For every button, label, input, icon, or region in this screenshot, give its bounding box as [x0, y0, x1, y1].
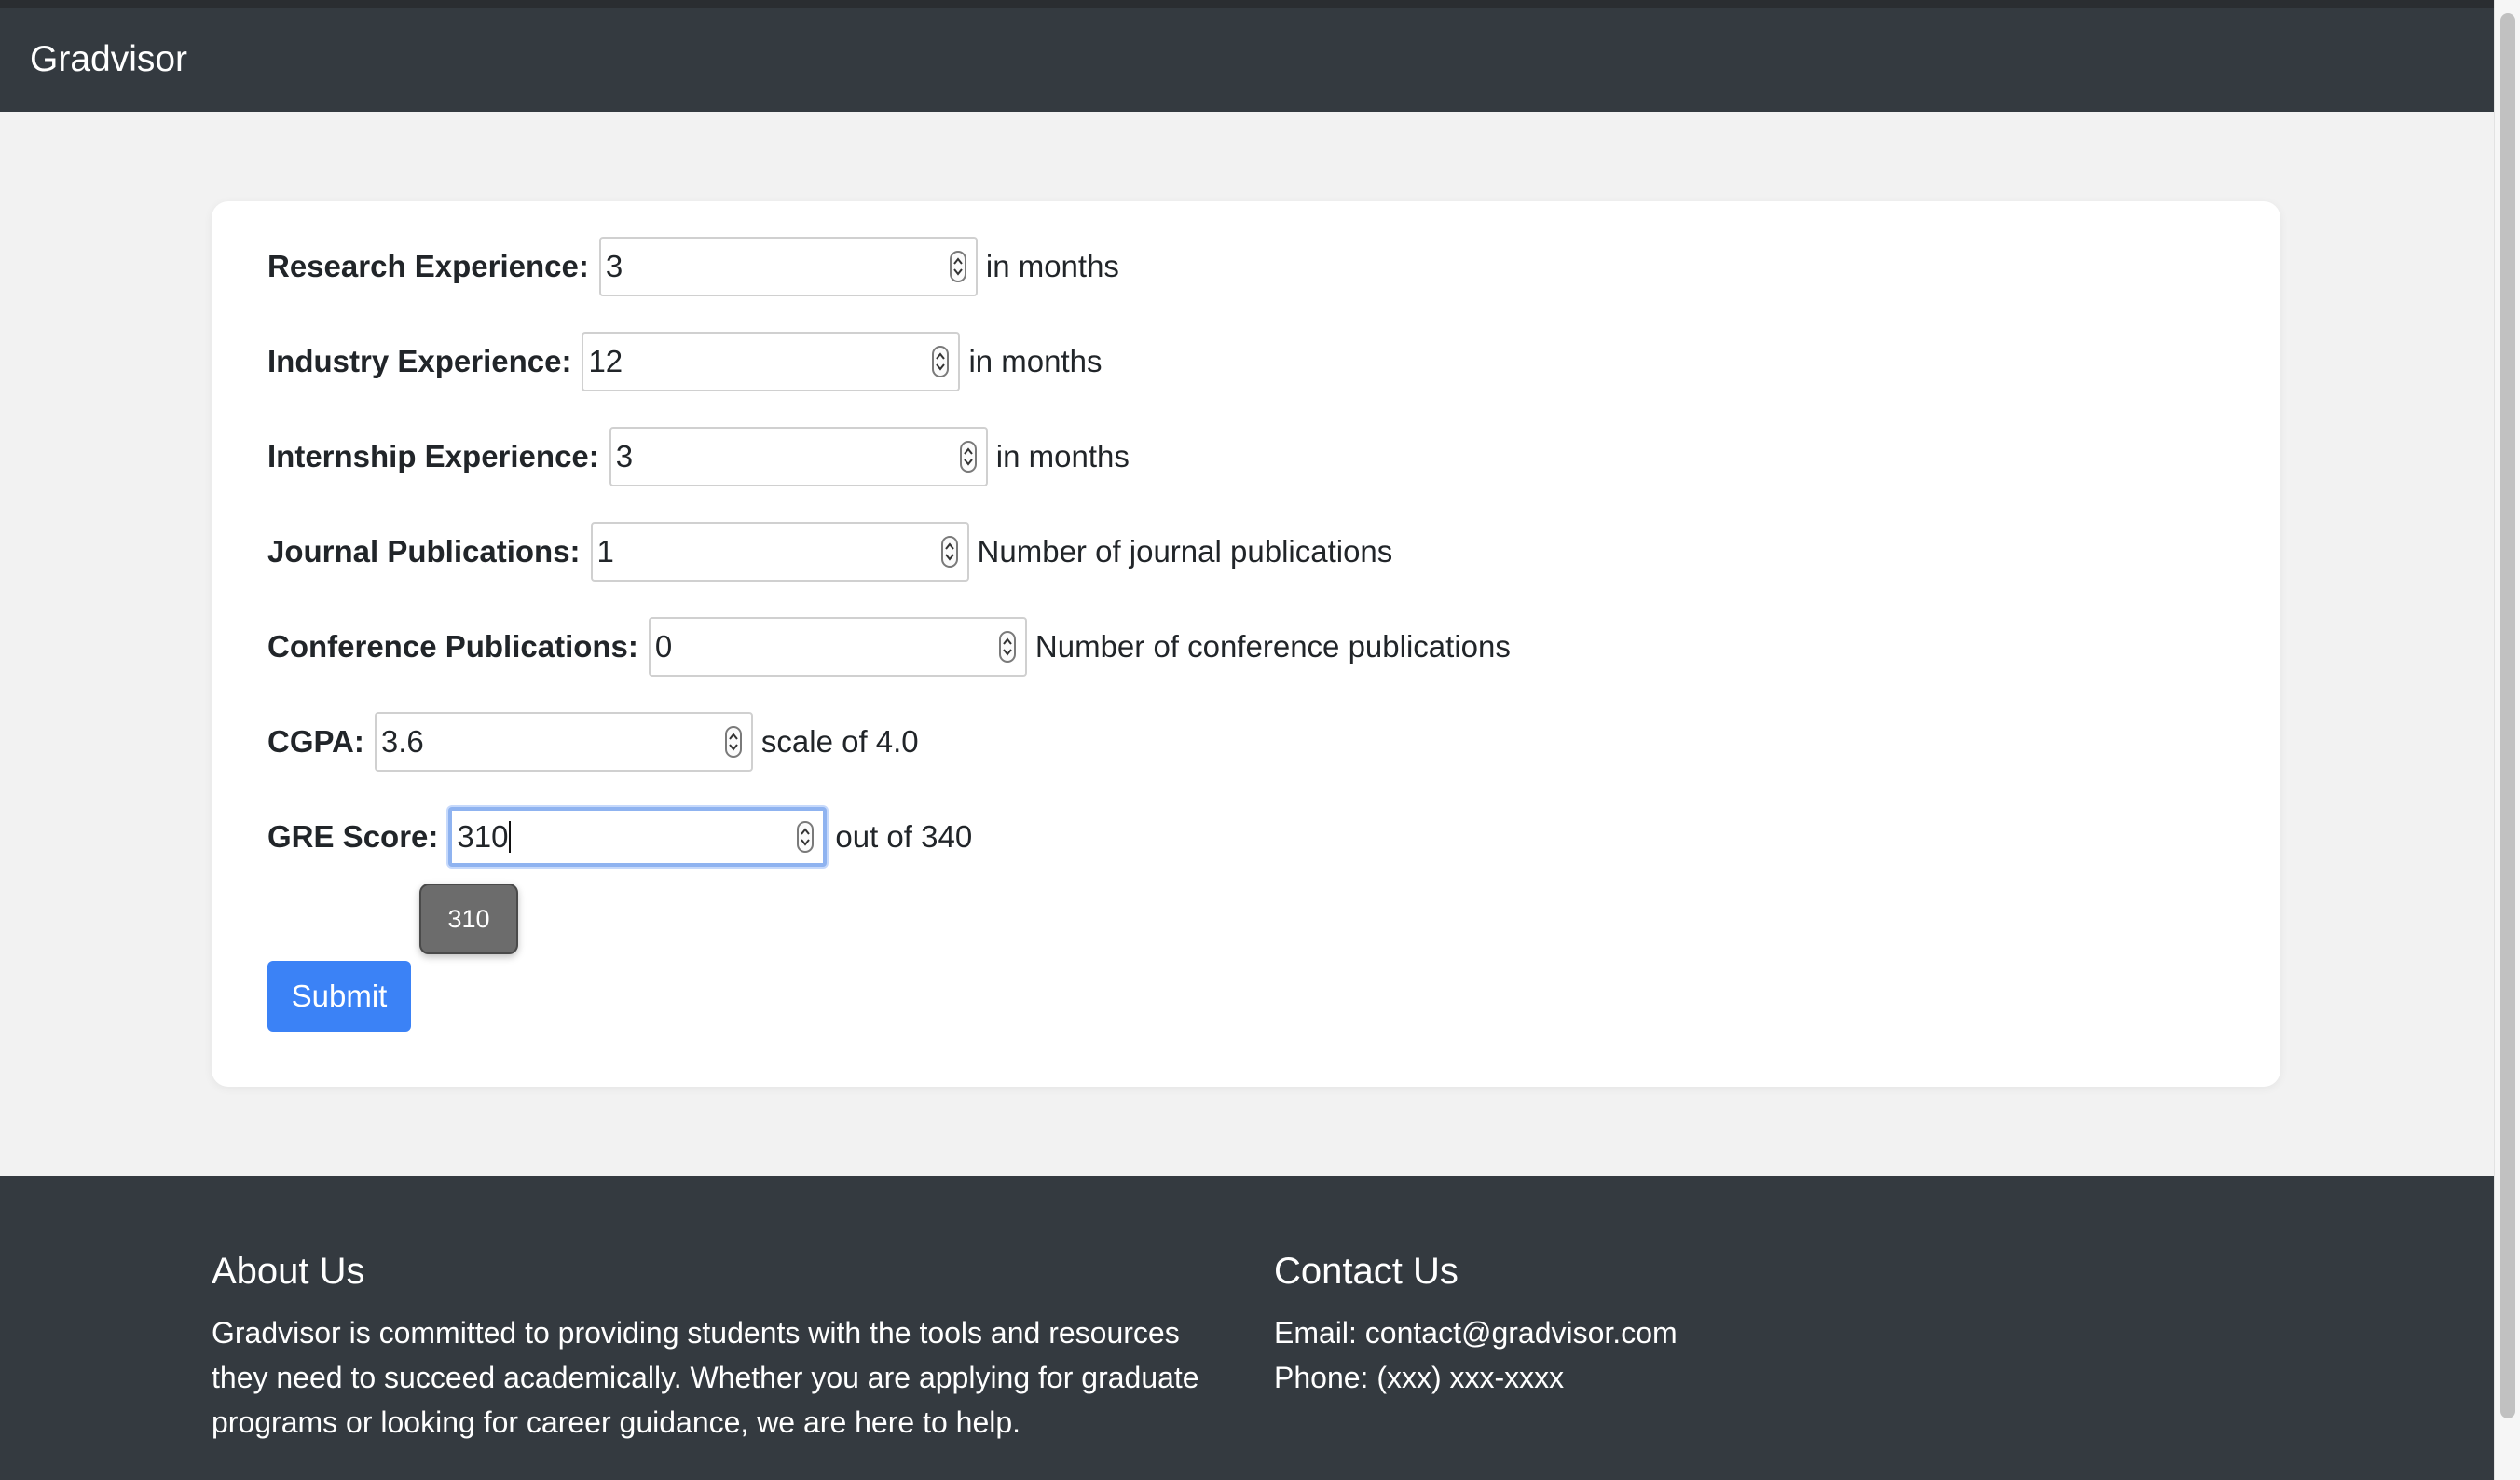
- internship-experience-input[interactable]: 3: [609, 427, 988, 486]
- research-experience-row: Research Experience: 3 in months: [267, 237, 1119, 296]
- industry-experience-hint: in months: [968, 344, 1102, 378]
- industry-experience-label: Industry Experience:: [267, 344, 572, 378]
- spinner-icon[interactable]: [998, 631, 1016, 663]
- journal-publications-value: 1: [596, 534, 614, 569]
- spinner-icon[interactable]: [724, 726, 742, 758]
- gre-score-row: GRE Score: 310 out of 340: [267, 807, 972, 867]
- gre-score-label: GRE Score:: [267, 819, 439, 854]
- research-experience-hint: in months: [985, 249, 1119, 283]
- conference-publications-value: 0: [654, 629, 673, 664]
- footer: About Us Gradvisor is committed to provi…: [0, 1176, 2494, 1480]
- internship-experience-hint: in months: [995, 439, 1130, 473]
- internship-experience-value: 3: [615, 439, 634, 473]
- research-experience-value: 3: [605, 249, 623, 283]
- autocomplete-suggestion[interactable]: 310: [419, 884, 518, 954]
- cgpa-hint: scale of 4.0: [760, 724, 919, 759]
- about-us-heading: About Us: [212, 1251, 365, 1292]
- cgpa-row: CGPA: 3.6 scale of 4.0: [267, 712, 919, 772]
- conference-publications-label: Conference Publications:: [267, 629, 638, 664]
- conference-publications-input[interactable]: 0: [648, 617, 1027, 677]
- cgpa-value: 3.6: [380, 724, 424, 759]
- journal-publications-input[interactable]: 1: [590, 522, 969, 582]
- scrollbar-thumb[interactable]: [2500, 13, 2515, 1418]
- text-cursor: [509, 821, 512, 853]
- journal-publications-hint: Number of journal publications: [977, 534, 1393, 569]
- industry-experience-row: Industry Experience: 12 in months: [267, 332, 1102, 391]
- brand-logo-text[interactable]: Gradvisor: [30, 38, 187, 81]
- cgpa-label: CGPA:: [267, 724, 364, 759]
- contact-us-heading: Contact Us: [1274, 1251, 1459, 1292]
- profile-form-card: Research Experience: 3 in months Industr…: [212, 201, 2280, 1087]
- journal-publications-label: Journal Publications:: [267, 534, 581, 569]
- spinner-icon[interactable]: [940, 536, 958, 568]
- research-experience-input[interactable]: 3: [598, 237, 978, 296]
- submit-button[interactable]: Submit: [267, 961, 411, 1032]
- journal-publications-row: Journal Publications: 1 Number of journa…: [267, 522, 1392, 582]
- contact-phone: Phone: (xxx) xxx-xxxx: [1274, 1361, 1565, 1394]
- spinner-icon[interactable]: [949, 251, 966, 282]
- research-experience-label: Research Experience:: [267, 249, 589, 283]
- gre-score-input[interactable]: 310: [448, 807, 828, 867]
- window-top-edge: [0, 0, 2494, 8]
- cgpa-input[interactable]: 3.6: [374, 712, 753, 772]
- spinner-icon[interactable]: [932, 346, 950, 377]
- gre-score-hint: out of 340: [835, 819, 973, 854]
- main-content: Research Experience: 3 in months Industr…: [0, 112, 2494, 1176]
- contact-email: Email: contact@gradvisor.com: [1274, 1316, 1678, 1350]
- navbar: Gradvisor: [0, 8, 2494, 112]
- conference-publications-row: Conference Publications: 0 Number of con…: [267, 617, 1511, 677]
- spinner-icon[interactable]: [797, 821, 815, 853]
- gre-score-value: 310: [457, 819, 509, 854]
- vertical-scrollbar[interactable]: [2494, 0, 2520, 1480]
- spinner-icon[interactable]: [959, 441, 977, 473]
- about-us-text: Gradvisor is committed to providing stud…: [212, 1316, 1199, 1439]
- internship-experience-label: Internship Experience:: [267, 439, 599, 473]
- industry-experience-value: 12: [588, 344, 623, 378]
- internship-experience-row: Internship Experience: 3 in months: [267, 427, 1130, 486]
- conference-publications-hint: Number of conference publications: [1034, 629, 1511, 664]
- industry-experience-input[interactable]: 12: [582, 332, 961, 391]
